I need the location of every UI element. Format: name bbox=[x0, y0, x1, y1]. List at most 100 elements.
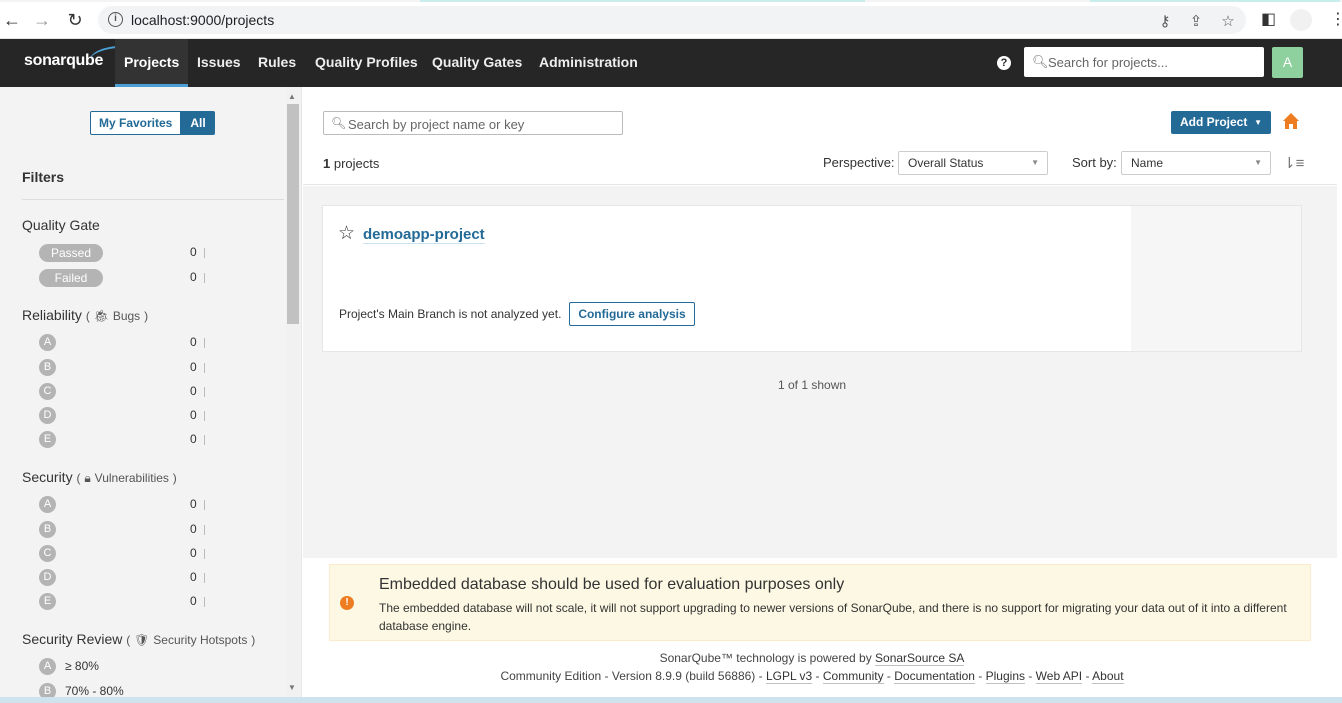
facet-option-rating-d[interactable]: D0 bbox=[22, 569, 212, 589]
perspective-select[interactable]: Overall Status ▼ bbox=[898, 151, 1048, 175]
my-favorites-button[interactable]: My Favorites bbox=[90, 111, 182, 135]
divider bbox=[22, 199, 284, 200]
sort-select[interactable]: Name ▼ bbox=[1121, 151, 1271, 175]
key-icon[interactable]: ⚷ bbox=[1156, 12, 1174, 30]
facet-bar bbox=[204, 549, 205, 559]
facet-option-passed[interactable]: Passed 0 bbox=[22, 244, 212, 264]
footer-edition: Community Edition bbox=[500, 669, 602, 683]
facet-option-rating-e[interactable]: E0 bbox=[22, 593, 212, 613]
project-search-placeholder: Search by project name or key bbox=[348, 117, 525, 132]
facet-option-rating-b[interactable]: B0 bbox=[22, 359, 212, 379]
sonarsource-link[interactable]: SonarSource SA bbox=[875, 651, 965, 666]
about-link[interactable]: About bbox=[1092, 669, 1124, 684]
scroll-up-icon[interactable]: ▲ bbox=[288, 92, 296, 101]
community-link[interactable]: Community bbox=[822, 669, 884, 684]
global-search-placeholder: Search for projects... bbox=[1048, 55, 1168, 70]
facet-option-rating-b[interactable]: B0 bbox=[22, 521, 212, 541]
security-hotspots-label: Security Hotspots bbox=[153, 633, 248, 647]
browser-menu-icon[interactable]: ⋮ bbox=[1330, 9, 1342, 29]
search-icon: 🔍︎ bbox=[1032, 54, 1049, 69]
facet-option-failed[interactable]: Failed 0 bbox=[22, 269, 212, 289]
add-project-button[interactable]: Add Project ▼ bbox=[1171, 111, 1271, 134]
facet-count: 0 bbox=[190, 245, 197, 259]
project-count-label: projects bbox=[330, 156, 380, 171]
rating-badge: C bbox=[39, 383, 56, 400]
share-icon[interactable]: ⇪ bbox=[1187, 12, 1205, 30]
scroll-down-icon[interactable]: ▼ bbox=[288, 683, 296, 692]
license-link[interactable]: LGPL v3 bbox=[765, 669, 813, 684]
bookmark-star-icon[interactable]: ☆ bbox=[1219, 12, 1237, 30]
facet-bar bbox=[204, 338, 205, 348]
project-name-link[interactable]: demoapp-project bbox=[363, 226, 485, 244]
back-arrow-icon[interactable]: ← bbox=[0, 8, 24, 32]
facet-count: 0 bbox=[190, 408, 197, 422]
add-project-label: Add Project bbox=[1180, 115, 1248, 129]
documentation-link[interactable]: Documentation bbox=[894, 669, 975, 684]
global-search-input[interactable]: 🔍︎ Search for projects... bbox=[1024, 47, 1264, 77]
paren: ) bbox=[172, 471, 177, 485]
facet-option-rating-c[interactable]: C0 bbox=[22, 383, 212, 403]
nav-quality-gates[interactable]: Quality Gates bbox=[423, 39, 531, 87]
home-icon[interactable] bbox=[1282, 112, 1300, 130]
rating-badge: E bbox=[39, 431, 56, 448]
quality-gate-facet-title[interactable]: Quality Gate bbox=[22, 217, 100, 233]
facet-option-rating-c[interactable]: C0 bbox=[22, 545, 212, 565]
project-card-measures bbox=[1131, 206, 1301, 351]
sort-order-icon[interactable]: ⇂≡ bbox=[1283, 154, 1304, 172]
facet-bar bbox=[204, 387, 205, 397]
facet-option-rating-a[interactable]: A0 bbox=[22, 334, 212, 354]
nav-rules[interactable]: Rules bbox=[249, 39, 305, 87]
facet-option-rating-e[interactable]: E0 bbox=[22, 431, 212, 451]
all-button[interactable]: All bbox=[181, 111, 215, 135]
facet-count: 0 bbox=[190, 546, 197, 560]
facet-count: 0 bbox=[190, 522, 197, 536]
footer-links: Community Edition - Version 8.9.9 (build… bbox=[303, 669, 1321, 684]
passed-pill: Passed bbox=[39, 244, 103, 262]
caret-down-icon: ▼ bbox=[1254, 118, 1262, 127]
facet-count: 0 bbox=[190, 432, 197, 446]
plugins-link[interactable]: Plugins bbox=[985, 669, 1025, 684]
paren: ( bbox=[76, 471, 81, 485]
reliability-facet-title[interactable]: Reliability ( 🐞︎ Bugs ) bbox=[22, 307, 148, 323]
projects-toolbar: 🔍︎ Search by project name or key Add Pro… bbox=[303, 87, 1337, 185]
nav-administration[interactable]: Administration bbox=[530, 39, 647, 87]
help-icon[interactable]: ? bbox=[997, 56, 1011, 70]
nav-projects[interactable]: Projects bbox=[115, 39, 189, 87]
facet-option-rating-d[interactable]: D0 bbox=[22, 407, 212, 427]
facet-range-label: ≥ 80% bbox=[65, 659, 99, 673]
footer-sep: - bbox=[1025, 669, 1036, 683]
sidebar-scroll-thumb[interactable] bbox=[287, 104, 299, 324]
footer-version: Version 8.9.9 (build 56886) bbox=[611, 669, 756, 683]
favorite-star-icon[interactable]: ☆ bbox=[338, 224, 355, 243]
address-bar[interactable]: i localhost:9000/projects ⚷ ⇪ ☆ bbox=[98, 6, 1246, 34]
project-card: ☆ demoapp-project Project's Main Branch … bbox=[322, 205, 1302, 352]
footer-powered-by: SonarQube™ technology is powered by Sona… bbox=[303, 651, 1321, 666]
security-review-facet-title[interactable]: Security Review ( 🛡︎ Security Hotspots ) bbox=[22, 631, 255, 647]
reload-icon[interactable]: ↻ bbox=[63, 8, 87, 32]
chevron-down-icon: ▼ bbox=[1031, 158, 1039, 167]
security-facet-title[interactable]: Security ( 🔒︎ Vulnerabilities ) bbox=[22, 469, 177, 486]
rating-badge: E bbox=[39, 593, 56, 610]
project-search-input[interactable]: 🔍︎ Search by project name or key bbox=[323, 111, 623, 135]
web-api-link[interactable]: Web API bbox=[1035, 669, 1083, 684]
facet-option-rating-a[interactable]: A0 bbox=[22, 496, 212, 516]
forward-arrow-icon[interactable]: → bbox=[30, 8, 54, 32]
sonarqube-logo[interactable]: sonarqube bbox=[24, 43, 132, 70]
address-url[interactable]: localhost:9000/projects bbox=[131, 12, 274, 28]
user-avatar[interactable]: A bbox=[1272, 47, 1303, 78]
warning-icon: ! bbox=[340, 596, 354, 610]
configure-analysis-button[interactable]: Configure analysis bbox=[569, 302, 695, 326]
facet-option-rating-b[interactable]: B 70% - 80% bbox=[22, 683, 212, 697]
facet-count: 0 bbox=[190, 384, 197, 398]
lock-icon: 🔒︎ bbox=[84, 471, 91, 485]
site-info-icon[interactable]: i bbox=[108, 12, 123, 27]
side-panel-icon[interactable]: ◧ bbox=[1261, 9, 1276, 29]
nav-quality-profiles[interactable]: Quality Profiles bbox=[306, 39, 427, 87]
footer-sep: - bbox=[974, 669, 986, 683]
nav-issues[interactable]: Issues bbox=[188, 39, 250, 87]
browser-profile-icon[interactable] bbox=[1290, 9, 1312, 31]
search-icon: 🔍︎ bbox=[331, 116, 347, 130]
shield-icon: 🛡︎ bbox=[134, 633, 150, 647]
facet-count: 0 bbox=[190, 570, 197, 584]
facet-option-rating-a[interactable]: A ≥ 80% bbox=[22, 658, 212, 678]
